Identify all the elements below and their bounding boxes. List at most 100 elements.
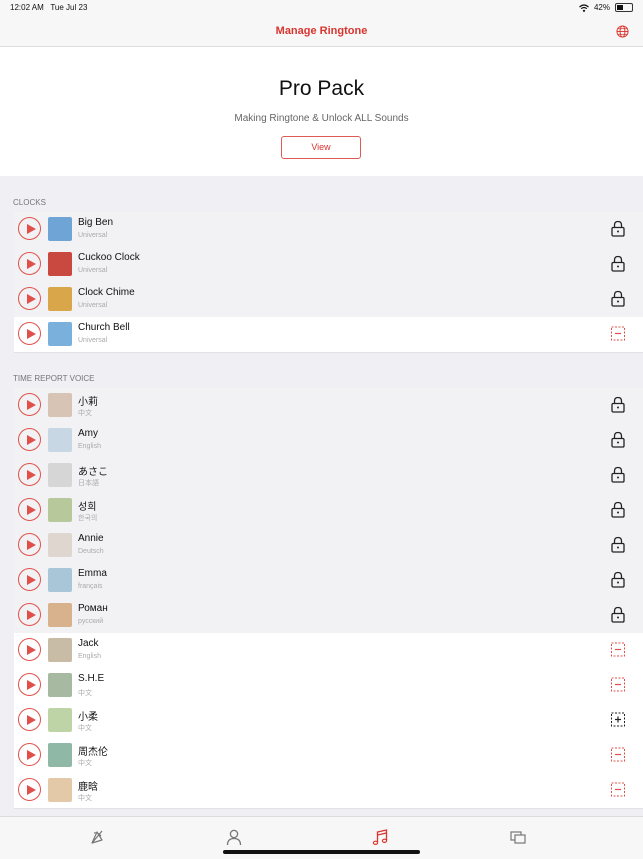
nav-bar: Manage Ringtone [0, 16, 643, 47]
remove-icon[interactable] [610, 676, 626, 693]
item-title: Annie [78, 533, 104, 544]
lock-icon[interactable] [610, 220, 626, 237]
pro-pack-subtitle: Making Ringtone & Unlock ALL Sounds [234, 113, 409, 124]
lock-icon[interactable] [610, 396, 626, 413]
list-item[interactable]: 성희 한국의 [14, 493, 643, 529]
item-subtitle: русский [78, 618, 104, 625]
item-title: Роман [78, 603, 108, 614]
list-item[interactable]: 鹿晗 中文 [14, 773, 643, 809]
play-button[interactable] [18, 217, 41, 240]
add-icon[interactable] [610, 711, 626, 728]
status-date: Tue Jul 23 [50, 3, 88, 12]
item-subtitle: 한국의 [78, 515, 98, 522]
thumbnail-image [48, 708, 72, 732]
thumbnail-image [48, 603, 72, 627]
section-header-time-report-voice: TIME REPORT VOICE [13, 374, 95, 383]
list-item[interactable]: 周杰伦 中文 [14, 738, 643, 774]
item-subtitle: Universal [78, 232, 108, 239]
remove-icon[interactable] [610, 781, 626, 798]
bell-icon[interactable] [88, 828, 106, 846]
lock-icon[interactable] [610, 536, 626, 553]
play-button[interactable] [18, 287, 41, 310]
list-item[interactable]: Cuckoo Clock Universal [14, 247, 643, 283]
play-button[interactable] [18, 463, 41, 486]
thumbnail-image [48, 673, 72, 697]
remove-icon[interactable] [610, 325, 626, 342]
remove-icon[interactable] [610, 746, 626, 763]
battery-fill [617, 5, 623, 10]
list-item[interactable]: Роман русский [14, 598, 643, 634]
list-item[interactable]: Annie Deutsch [14, 528, 643, 564]
item-subtitle: 中文 [78, 690, 92, 697]
item-subtitle: français [78, 583, 103, 590]
item-subtitle: 中文 [78, 760, 92, 767]
item-title: 小莉 [78, 397, 98, 408]
thumbnail-image [48, 217, 72, 241]
lock-icon[interactable] [610, 501, 626, 518]
play-button[interactable] [18, 252, 41, 275]
lock-icon[interactable] [610, 606, 626, 623]
item-subtitle: English [78, 443, 101, 450]
play-button[interactable] [18, 603, 41, 626]
wifi-icon [579, 3, 589, 12]
lock-icon[interactable] [610, 431, 626, 448]
item-subtitle: Universal [78, 267, 108, 274]
lock-icon[interactable] [610, 255, 626, 272]
thumbnail-image [48, 322, 72, 346]
list-item[interactable]: Church Bell Universal [14, 317, 643, 353]
play-button[interactable] [18, 533, 41, 556]
play-button[interactable] [18, 673, 41, 696]
item-subtitle: 日本語 [78, 480, 99, 487]
list-item[interactable]: Emma français [14, 563, 643, 599]
item-title: 周杰伦 [78, 747, 108, 758]
item-subtitle: 中文 [78, 795, 92, 802]
play-button[interactable] [18, 393, 41, 416]
play-button[interactable] [18, 638, 41, 661]
lock-icon[interactable] [610, 571, 626, 588]
status-time-date: 12:02 AM Tue Jul 23 [10, 3, 87, 12]
item-title: Big Ben [78, 217, 114, 228]
remove-icon[interactable] [610, 641, 626, 658]
list-item[interactable]: Amy English [14, 423, 643, 459]
list-item[interactable]: S.H.E 中文 [14, 668, 643, 704]
list-item[interactable]: Clock Chime Universal [14, 282, 643, 318]
globe-icon[interactable] [616, 25, 629, 38]
status-time: 12:02 AM [10, 3, 44, 12]
item-subtitle: Universal [78, 337, 108, 344]
thumbnail-image [48, 287, 72, 311]
lock-icon[interactable] [610, 290, 626, 307]
play-button[interactable] [18, 428, 41, 451]
list-item[interactable]: Big Ben Universal [14, 212, 643, 248]
music-note-icon[interactable] [371, 828, 389, 846]
item-title: Jack [78, 638, 99, 649]
view-button[interactable]: View [281, 136, 361, 159]
list-item[interactable]: あさこ 日本語 [14, 458, 643, 494]
item-title: 小柔 [78, 712, 98, 723]
list-item[interactable]: 小莉 中文 [14, 388, 643, 424]
status-bar: 12:02 AM Tue Jul 23 42% [0, 0, 643, 16]
thumbnail-image [48, 463, 72, 487]
play-button[interactable] [18, 568, 41, 591]
item-subtitle: Deutsch [78, 548, 104, 555]
thumbnail-image [48, 498, 72, 522]
list-item[interactable]: 小柔 中文 [14, 703, 643, 739]
play-button[interactable] [18, 743, 41, 766]
play-button[interactable] [18, 778, 41, 801]
list-item[interactable]: Jack English [14, 633, 643, 669]
item-title: Emma [78, 568, 107, 579]
overlap-squares-icon[interactable] [509, 828, 527, 846]
page-title: Manage Ringtone [275, 25, 368, 37]
item-subtitle: English [78, 653, 101, 660]
item-title: Amy [78, 428, 98, 439]
lock-icon[interactable] [610, 466, 626, 483]
play-button[interactable] [18, 322, 41, 345]
item-subtitle: 中文 [78, 410, 92, 417]
thumbnail-image [48, 638, 72, 662]
thumbnail-image [48, 393, 72, 417]
play-button[interactable] [18, 498, 41, 521]
person-icon[interactable] [225, 828, 243, 846]
section-header-clocks: CLOCKS [13, 198, 46, 207]
item-title: Cuckoo Clock [78, 252, 140, 263]
item-title: あさこ [78, 467, 108, 478]
play-button[interactable] [18, 708, 41, 731]
